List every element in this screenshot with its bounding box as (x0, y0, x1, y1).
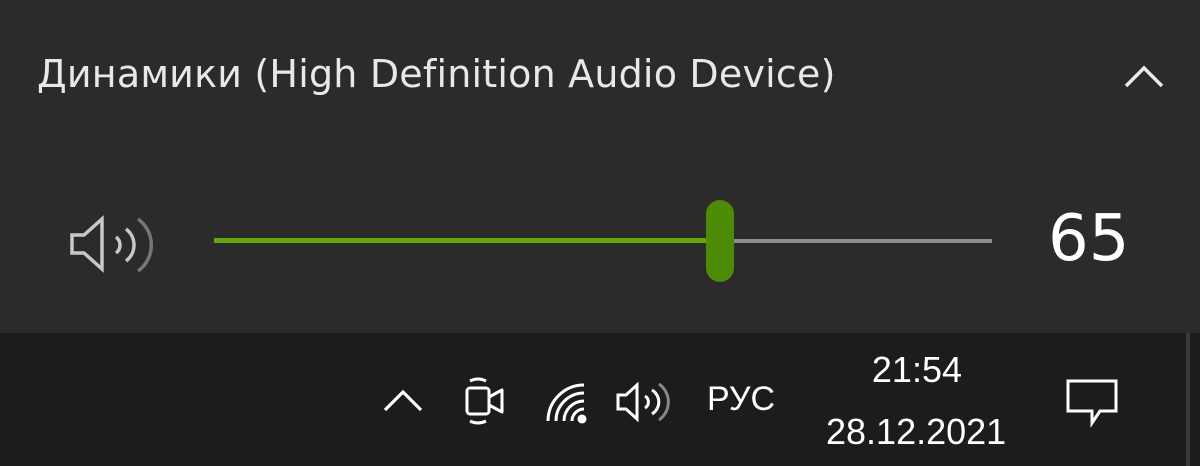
clock-time: 21:54 (871, 349, 962, 390)
wifi-icon[interactable] (542, 377, 592, 427)
slider-thumb[interactable] (705, 200, 734, 282)
device-selector-title[interactable]: Динамики (High Definition Audio Device) (37, 52, 836, 96)
language-indicator[interactable]: РУС (707, 380, 775, 419)
chevron-up-icon[interactable] (1118, 56, 1170, 96)
clock-date: 28.12.2021 (826, 411, 1007, 452)
volume-slider[interactable] (214, 200, 992, 284)
volume-flyout: Динамики (High Definition Audio Device) … (0, 0, 1200, 333)
speaker-icon[interactable] (612, 377, 670, 427)
action-center-icon[interactable] (1060, 373, 1124, 431)
taskbar: РУС 21:54 28.12.2021 (0, 333, 1200, 466)
volume-value: 65 (1048, 202, 1130, 276)
speaker-icon (70, 215, 154, 273)
chevron-up-icon[interactable] (380, 383, 426, 417)
clock[interactable]: 21:54 28.12.2021 (820, 345, 1010, 461)
video-camera-icon[interactable] (460, 375, 508, 427)
slider-fill (214, 238, 720, 243)
mute-button[interactable] (62, 205, 162, 285)
show-desktop-divider[interactable] (1186, 333, 1190, 466)
